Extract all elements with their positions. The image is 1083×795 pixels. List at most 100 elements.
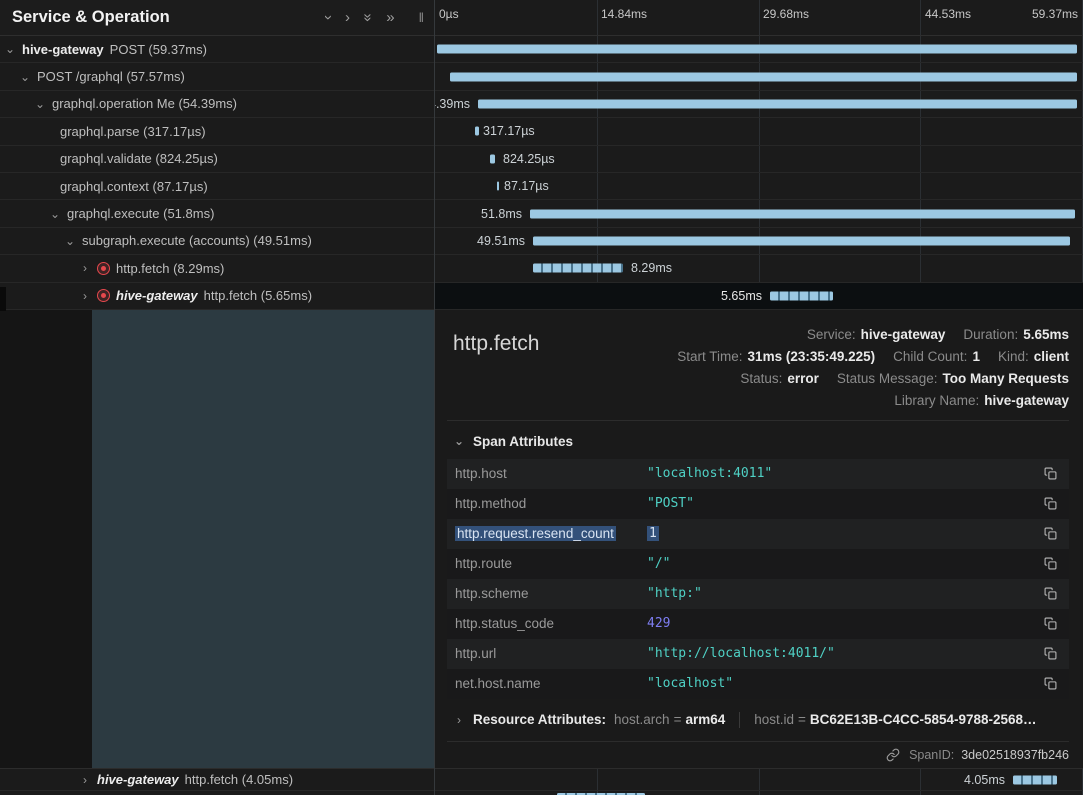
span-duration-label: 87.17µs — [504, 179, 549, 193]
expand-caret-icon[interactable]: › — [79, 262, 91, 274]
span-bar[interactable] — [1013, 775, 1057, 784]
span-bar[interactable] — [478, 99, 1077, 108]
section-caret-icon[interactable]: ⌄ — [453, 435, 465, 447]
column-resize-handle[interactable]: ‖ — [419, 10, 425, 25]
link-icon[interactable] — [884, 746, 902, 764]
duration-value: 5.65ms — [1023, 327, 1069, 342]
scroll-notch — [0, 287, 6, 311]
resource-attributes-row[interactable]: › Resource Attributes: host.arch=arm64 h… — [453, 709, 1069, 731]
span-timeline — [435, 791, 1083, 795]
copy-icon[interactable] — [1042, 615, 1059, 632]
attribute-value: "localhost" — [647, 676, 1042, 691]
expand-caret-icon[interactable]: ⌄ — [34, 98, 46, 110]
expand-one-icon[interactable]: › — [345, 10, 350, 25]
span-tree-item[interactable]: › hive-gateway http.fetch (4.05ms) — [0, 769, 435, 790]
attribute-row: net.host.name "localhost" — [447, 669, 1069, 699]
copy-icon[interactable] — [1042, 675, 1059, 692]
span-attributes-table: http.host "localhost:4011" http.method "… — [447, 459, 1069, 699]
span-operation: http.fetch (4.05ms) — [185, 772, 293, 787]
equals-sign: = — [798, 712, 806, 727]
span-id-label: SpanID: — [909, 748, 954, 762]
span-operation: subgraph.execute (accounts) (49.51ms) — [82, 233, 312, 248]
span-tree-item[interactable]: ⌄ hive-gateway POST (59.37ms) — [0, 36, 435, 62]
time-axis: 0µs 14.84ms 29.68ms 44.53ms 59.37ms — [435, 0, 1083, 35]
copy-icon[interactable] — [1042, 525, 1059, 542]
span-row: ⌄ subgraph.execute (accounts) (49.51ms) … — [0, 228, 1083, 255]
attribute-key: http.status_code — [455, 616, 647, 631]
time-tick-label: 0µs — [439, 7, 459, 21]
tree-header: Service & Operation › › » » ‖ — [0, 0, 435, 35]
span-tree-item[interactable]: ⌄ graphql.operation Me (54.39ms) — [0, 91, 435, 117]
span-row: ⌄ graphql.operation Me (54.39ms) 54.39ms — [0, 91, 1083, 118]
attribute-row: http.host "localhost:4011" — [447, 459, 1069, 489]
section-caret-icon[interactable]: › — [453, 714, 465, 726]
attribute-key: net.host.name — [455, 676, 647, 691]
span-tree-item[interactable]: ⌄ graphql.execute (51.8ms) — [0, 200, 435, 226]
span-tree-item[interactable]: graphql.validate (824.25µs) — [0, 146, 435, 172]
span-bar[interactable] — [530, 209, 1075, 218]
copy-icon[interactable] — [1042, 465, 1059, 482]
span-timeline: 5.65ms — [435, 283, 1083, 309]
span-operation: graphql.operation Me (54.39ms) — [52, 96, 237, 111]
span-tree-item[interactable]: graphql.parse (317.17µs) — [0, 118, 435, 144]
span-timeline: 49.51ms — [435, 228, 1083, 254]
span-tree-item[interactable]: ⌄ subgraph.execute (accounts) (49.51ms) — [0, 228, 435, 254]
span-bar[interactable] — [437, 45, 1077, 54]
span-bar[interactable] — [450, 72, 1077, 81]
collapse-one-icon[interactable]: › — [321, 15, 336, 20]
span-row: ⌄ graphql.execute (51.8ms) 51.8ms — [0, 200, 1083, 227]
copy-icon[interactable] — [1042, 645, 1059, 662]
span-tree-item[interactable]: ⌄ POST /graphql (57.57ms) — [0, 63, 435, 89]
span-duration-label: 51.8ms — [481, 207, 522, 221]
copy-icon[interactable] — [1042, 495, 1059, 512]
expand-caret-icon[interactable]: ⌄ — [64, 235, 76, 247]
kind-label: Kind: — [998, 349, 1029, 364]
span-tree-item[interactable]: › http.fetch (8.29ms) — [0, 255, 435, 281]
span-row: › hive-gateway http.fetch (4.05ms) 4.05m… — [0, 769, 1083, 791]
span-row-partial — [0, 791, 1083, 795]
expand-caret-icon[interactable]: › — [79, 774, 91, 786]
span-timeline: 87.17µs — [435, 173, 1083, 199]
span-tree-item[interactable]: graphql.context (87.17µs) — [0, 173, 435, 199]
span-row: › http.fetch (8.29ms) 8.29ms — [0, 255, 1083, 282]
span-duration-label: 5.65ms — [721, 289, 762, 303]
span-tree-item[interactable]: › hive-gateway http.fetch (5.65ms) — [0, 283, 435, 309]
service-label: Service: — [807, 327, 856, 342]
span-operation: graphql.validate (824.25µs) — [60, 151, 218, 166]
expand-caret-icon[interactable]: ⌄ — [19, 71, 31, 83]
attribute-key: http.method — [455, 496, 647, 511]
span-timeline: 51.8ms — [435, 200, 1083, 226]
span-attributes-header[interactable]: ⌄ Span Attributes — [453, 434, 1069, 449]
span-operation: graphql.parse (317.17µs) — [60, 124, 206, 139]
span-duration-label: 824.25µs — [503, 152, 555, 166]
expand-all-icon[interactable]: » — [386, 10, 394, 25]
expand-caret-icon[interactable]: › — [79, 290, 91, 302]
span-tree-item — [0, 791, 435, 795]
span-bar[interactable] — [770, 291, 833, 300]
collapse-all-icon[interactable]: » — [361, 13, 376, 21]
attribute-value: 1 — [647, 526, 1042, 541]
meta-line: Library Name:hive-gateway — [894, 390, 1069, 412]
span-bar[interactable] — [533, 236, 1070, 245]
span-detail-panel: http.fetch Service:hive-gateway Duration… — [435, 310, 1083, 768]
span-bar[interactable] — [475, 127, 479, 136]
error-icon — [97, 262, 110, 275]
expand-caret-icon[interactable]: ⌄ — [4, 43, 16, 55]
expand-caret-icon[interactable]: ⌄ — [49, 208, 61, 220]
span-bar[interactable] — [533, 264, 623, 273]
span-row: ⌄ POST /graphql (57.57ms) — [0, 63, 1083, 90]
span-id-bar: SpanID: 3de02518937fb246 — [435, 742, 1083, 768]
span-service: hive-gateway — [97, 772, 179, 787]
span-operation: graphql.context (87.17µs) — [60, 179, 208, 194]
span-row-selected: › hive-gateway http.fetch (5.65ms) 5.65m… — [0, 283, 1083, 310]
attribute-row: http.url "http://localhost:4011/" — [447, 639, 1069, 669]
tree-header-title: Service & Operation — [12, 8, 170, 27]
divider — [447, 420, 1069, 421]
span-bar[interactable] — [490, 154, 495, 163]
span-row: ⌄ hive-gateway POST (59.37ms) — [0, 36, 1083, 63]
span-bar[interactable] — [497, 182, 499, 191]
library-name-value: hive-gateway — [984, 393, 1069, 408]
span-operation: http.fetch (5.65ms) — [204, 288, 312, 303]
copy-icon[interactable] — [1042, 585, 1059, 602]
copy-icon[interactable] — [1042, 555, 1059, 572]
